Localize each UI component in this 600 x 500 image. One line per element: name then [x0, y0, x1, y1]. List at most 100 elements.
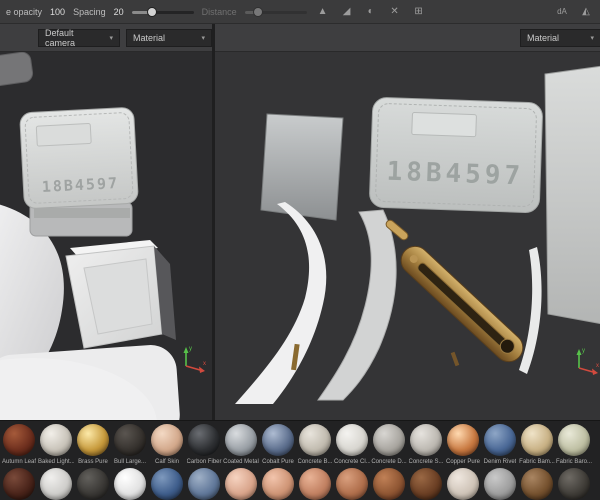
material-thumbnail[interactable] — [114, 468, 146, 500]
material-item[interactable] — [76, 468, 110, 500]
material-item[interactable]: Coated Metal — [223, 424, 259, 466]
material-thumbnail[interactable] — [521, 424, 553, 456]
material-shelf[interactable]: Autumn Leaf Baked Light... Brass Pure Bull … — [0, 420, 600, 500]
material-item[interactable]: Autumn Leaf — [2, 424, 36, 466]
opacity-value[interactable]: 100 — [50, 7, 65, 17]
material-shelf-row-1: Autumn Leaf Baked Light... Brass Pure Bull … — [2, 424, 598, 466]
material-item[interactable]: Copper Pure — [446, 424, 480, 466]
material-thumbnail[interactable] — [40, 468, 72, 500]
material-thumbnail[interactable] — [373, 424, 405, 456]
spacing-value[interactable]: 20 — [114, 7, 124, 17]
material-thumbnail[interactable] — [262, 424, 294, 456]
material-thumbnail[interactable] — [336, 468, 368, 500]
material-thumbnail[interactable] — [3, 468, 35, 500]
material-item[interactable]: Concrete Cl... — [334, 424, 370, 466]
material-item[interactable] — [483, 468, 517, 500]
material-item[interactable]: Baked Light... — [38, 424, 74, 466]
material-item[interactable] — [372, 468, 406, 500]
material-thumbnail[interactable] — [447, 424, 479, 456]
material-thumbnail[interactable] — [188, 424, 220, 456]
logo-icon-2[interactable]: ◭ — [578, 4, 594, 20]
material-item[interactable] — [409, 468, 443, 500]
distance-slider[interactable] — [244, 6, 307, 18]
material-item[interactable] — [2, 468, 36, 500]
material-item[interactable]: Bull Large... — [113, 424, 147, 466]
material-item[interactable]: Fabric Baro... — [556, 424, 592, 466]
material-item[interactable]: Concrete D... — [371, 424, 407, 466]
material-label: Concrete S... — [408, 459, 444, 465]
material-item[interactable] — [261, 468, 295, 500]
viewport-2d[interactable]: Material ▾ 18B4597 y x — [215, 24, 600, 420]
shading-select-3d-value: Material — [133, 32, 166, 43]
material-thumbnail[interactable] — [410, 424, 442, 456]
material-thumbnail[interactable] — [151, 424, 183, 456]
material-label: Coated Metal — [223, 459, 259, 465]
material-thumbnail[interactable] — [77, 468, 109, 500]
material-item[interactable]: Fabric Bam... — [519, 424, 555, 466]
material-item[interactable] — [187, 468, 221, 500]
camera-select[interactable]: Default camera ▾ — [38, 27, 120, 48]
material-thumbnail[interactable] — [40, 424, 72, 456]
slider-knob[interactable] — [147, 7, 156, 16]
material-thumbnail[interactable] — [151, 468, 183, 500]
material-thumbnail[interactable] — [447, 468, 479, 500]
material-item[interactable] — [39, 468, 73, 500]
material-label: Concrete D... — [371, 459, 407, 465]
material-thumbnail[interactable] — [336, 424, 368, 456]
material-thumbnail[interactable] — [77, 424, 109, 456]
distance-label: Distance — [201, 6, 237, 17]
material-label: Bull Large... — [113, 459, 147, 465]
material-thumbnail[interactable] — [225, 424, 257, 456]
camera-select-value: Default camera — [45, 27, 76, 48]
material-item[interactable] — [557, 468, 591, 500]
spacing-slider[interactable] — [131, 6, 194, 18]
shading-select-3d[interactable]: Material ▾ — [126, 28, 212, 47]
material-thumbnail[interactable] — [188, 468, 220, 500]
viewport-3d-canvas[interactable]: 18B4597 y x — [0, 52, 212, 420]
material-label: Concrete Cl... — [334, 459, 370, 465]
material-shelf-row-2 — [2, 468, 598, 500]
logo-icon-1[interactable]: dA — [554, 4, 570, 20]
material-item[interactable]: Denim Rivet — [483, 424, 517, 466]
texturing-app-window: e opacity 100 Spacing 20 Distance ▲ ◢ ◐ … — [0, 0, 600, 500]
triangle-icon[interactable]: ▲ — [315, 4, 331, 20]
material-item[interactable] — [335, 468, 369, 500]
shading-sphere-icon[interactable]: ◐ — [363, 4, 379, 20]
material-item[interactable] — [298, 468, 332, 500]
material-thumbnail[interactable] — [558, 468, 590, 500]
material-item[interactable]: Carbon Fiber — [187, 424, 222, 466]
plate-sticker — [411, 112, 477, 138]
material-thumbnail[interactable] — [3, 424, 35, 456]
material-thumbnail[interactable] — [299, 468, 331, 500]
top-toolbar: e opacity 100 Spacing 20 Distance ▲ ◢ ◐ … — [0, 0, 600, 24]
viewport-3d-header: Default camera ▾ Material ▾ — [0, 24, 212, 52]
chevron-down-icon: ▾ — [201, 34, 205, 42]
material-item[interactable] — [113, 468, 147, 500]
material-thumbnail[interactable] — [521, 468, 553, 500]
material-thumbnail[interactable] — [225, 468, 257, 500]
viewport-3d[interactable]: Default camera ▾ Material ▾ 18B4597 y x — [0, 24, 212, 420]
material-item[interactable]: Brass Pure — [76, 424, 110, 466]
material-item[interactable] — [150, 468, 184, 500]
slider-knob[interactable] — [253, 7, 262, 16]
material-thumbnail[interactable] — [373, 468, 405, 500]
material-item[interactable]: Concrete B... — [298, 424, 333, 466]
material-thumbnail[interactable] — [558, 424, 590, 456]
material-item[interactable] — [446, 468, 480, 500]
material-thumbnail[interactable] — [114, 424, 146, 456]
material-thumbnail[interactable] — [262, 468, 294, 500]
material-thumbnail[interactable] — [484, 468, 516, 500]
material-item[interactable] — [224, 468, 258, 500]
grid-icon[interactable]: ⊞ — [411, 4, 427, 20]
material-thumbnail[interactable] — [484, 424, 516, 456]
material-item[interactable]: Cobalt Pure — [261, 424, 295, 466]
material-thumbnail[interactable] — [299, 424, 331, 456]
falloff-icon[interactable]: ◢ — [339, 4, 355, 20]
material-thumbnail[interactable] — [410, 468, 442, 500]
shading-select-2d[interactable]: Material ▾ — [520, 28, 600, 47]
material-item[interactable]: Calf Skin — [150, 424, 184, 466]
viewport-2d-canvas[interactable]: 18B4597 y x — [215, 52, 600, 420]
material-item[interactable] — [520, 468, 554, 500]
material-item[interactable]: Concrete S... — [408, 424, 444, 466]
symmetry-icon[interactable]: ✕ — [387, 4, 403, 20]
